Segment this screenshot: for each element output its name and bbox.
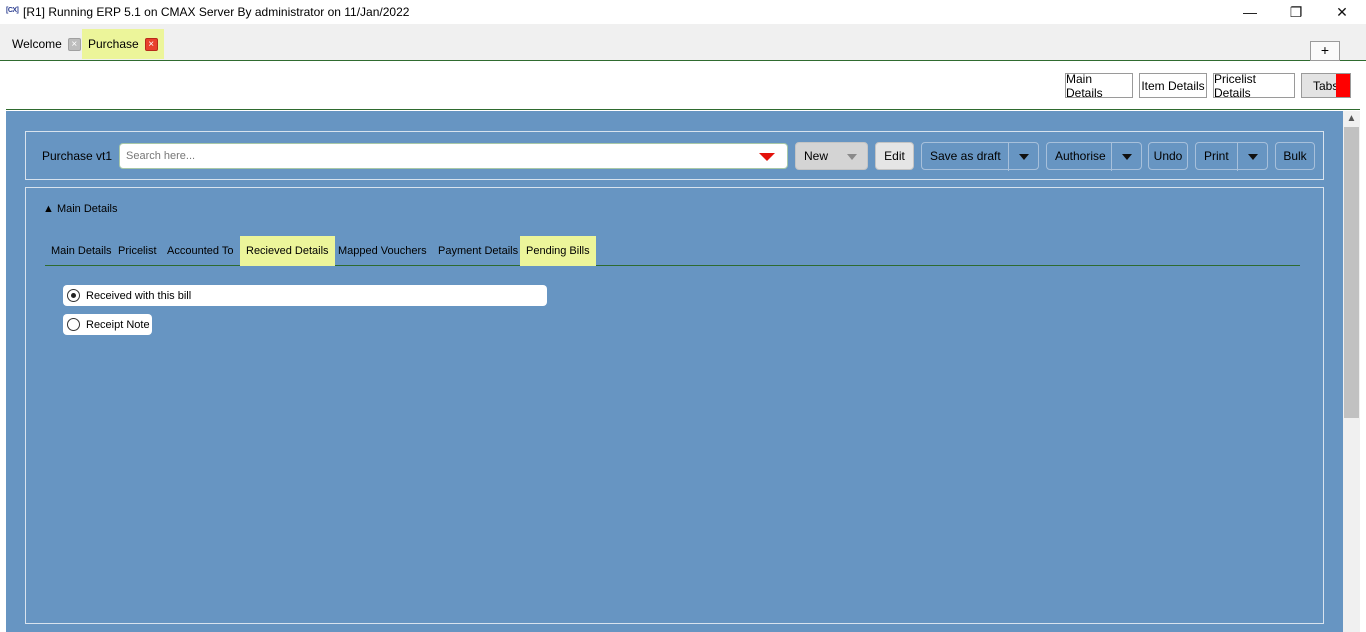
bulk-label: Bulk xyxy=(1283,149,1307,163)
chevron-down-icon xyxy=(1247,154,1258,160)
chevron-down-icon xyxy=(847,154,857,160)
search-input[interactable] xyxy=(120,144,740,168)
scroll-thumb[interactable] xyxy=(1344,127,1359,418)
save-as-draft-label: Save as draft xyxy=(930,149,1001,163)
search-box xyxy=(119,143,788,169)
tabs-button-label: Tabs xyxy=(1313,78,1339,93)
minimize-button[interactable]: — xyxy=(1227,0,1273,24)
close-window-button[interactable]: ✕ xyxy=(1319,0,1365,24)
print-label: Print xyxy=(1204,149,1229,163)
tab-purchase[interactable]: Purchase × xyxy=(82,29,164,59)
authorise-dropdown[interactable] xyxy=(1111,143,1141,171)
document-tab-strip: Welcome × Purchase × + xyxy=(0,24,1366,61)
subtab-main-details[interactable]: Main Details xyxy=(45,236,118,266)
window-title: [R1] Running ERP 5.1 on CMAX Server By a… xyxy=(23,5,410,19)
bulk-button[interactable]: Bulk xyxy=(1275,142,1315,170)
detail-button-bar: Main Details Item Details Pricelist Deta… xyxy=(6,62,1360,110)
subtab-recieved-details[interactable]: Recieved Details xyxy=(240,236,335,266)
main-details-button[interactable]: Main Details xyxy=(1065,72,1133,100)
new-button-label: New xyxy=(804,149,829,163)
print-button[interactable]: Print xyxy=(1195,142,1268,171)
tab-welcome[interactable]: Welcome × xyxy=(6,29,87,59)
main-details-section-toggle[interactable]: ▲ Main Details xyxy=(43,203,117,215)
red-marker xyxy=(1336,74,1350,97)
tabs-button[interactable]: Tabs xyxy=(1301,73,1351,98)
subtab-payment-details[interactable]: Payment Details xyxy=(432,236,524,266)
edit-button-label: Edit xyxy=(884,149,905,163)
undo-label: Undo xyxy=(1153,149,1183,163)
subtab-mapped-vouchers[interactable]: Mapped Vouchers xyxy=(332,236,433,266)
radio-selected-icon[interactable] xyxy=(67,289,80,302)
undo-button[interactable]: Undo xyxy=(1148,142,1188,170)
close-tab-icon[interactable]: × xyxy=(67,37,81,51)
voucher-toolbar: Purchase vt1 New Edit Save as draft Auth… xyxy=(25,131,1324,180)
subtab-accounted-to[interactable]: Accounted To xyxy=(161,236,239,266)
vertical-scrollbar[interactable]: ▲ xyxy=(1343,111,1360,632)
edit-button[interactable]: Edit xyxy=(875,142,914,170)
detail-subtabs: Main Details Pricelist Accounted To Reci… xyxy=(45,236,1300,266)
authorise-button[interactable]: Authorise xyxy=(1046,142,1142,171)
add-tab-button[interactable]: + xyxy=(1310,41,1340,61)
search-dropdown-icon[interactable] xyxy=(759,153,775,161)
tab-welcome-label: Welcome xyxy=(12,37,62,51)
save-as-draft-button[interactable]: Save as draft xyxy=(921,142,1039,171)
subtab-pending-bills[interactable]: Pending Bills xyxy=(520,236,596,266)
main-work-area: Purchase vt1 New Edit Save as draft Auth… xyxy=(6,111,1343,632)
received-with-bill-option[interactable]: Received with this bill xyxy=(63,285,547,306)
tab-purchase-label: Purchase xyxy=(88,37,139,51)
scroll-up-icon[interactable]: ▲ xyxy=(1343,113,1360,127)
title-bar: [CX] [R1] Running ERP 5.1 on CMAX Server… xyxy=(0,0,1366,24)
new-button[interactable]: New xyxy=(795,142,868,170)
item-details-button[interactable]: Item Details xyxy=(1139,73,1207,98)
received-with-bill-label: Received with this bill xyxy=(86,289,192,302)
receipt-note-option[interactable]: Receipt Note xyxy=(63,314,152,335)
pricelist-details-button[interactable]: Pricelist Details xyxy=(1213,72,1295,100)
save-as-draft-dropdown[interactable] xyxy=(1008,143,1038,171)
subtab-pricelist[interactable]: Pricelist xyxy=(112,236,163,266)
chevron-down-icon xyxy=(1121,154,1132,160)
authorise-label: Authorise xyxy=(1055,149,1106,163)
radio-unselected-icon[interactable] xyxy=(67,318,80,331)
chevron-down-icon xyxy=(1018,154,1029,160)
voucher-type-label: Purchase vt1 xyxy=(42,149,113,163)
close-tab-icon[interactable]: × xyxy=(144,37,158,51)
details-panel: ▲ Main Details Main Details Pricelist Ac… xyxy=(25,187,1324,624)
restore-button[interactable]: ❐ xyxy=(1273,0,1319,24)
receipt-note-label: Receipt Note xyxy=(86,318,150,331)
app-icon: [CX] xyxy=(6,7,19,14)
print-dropdown[interactable] xyxy=(1237,143,1267,171)
new-dropdown[interactable] xyxy=(837,143,867,171)
